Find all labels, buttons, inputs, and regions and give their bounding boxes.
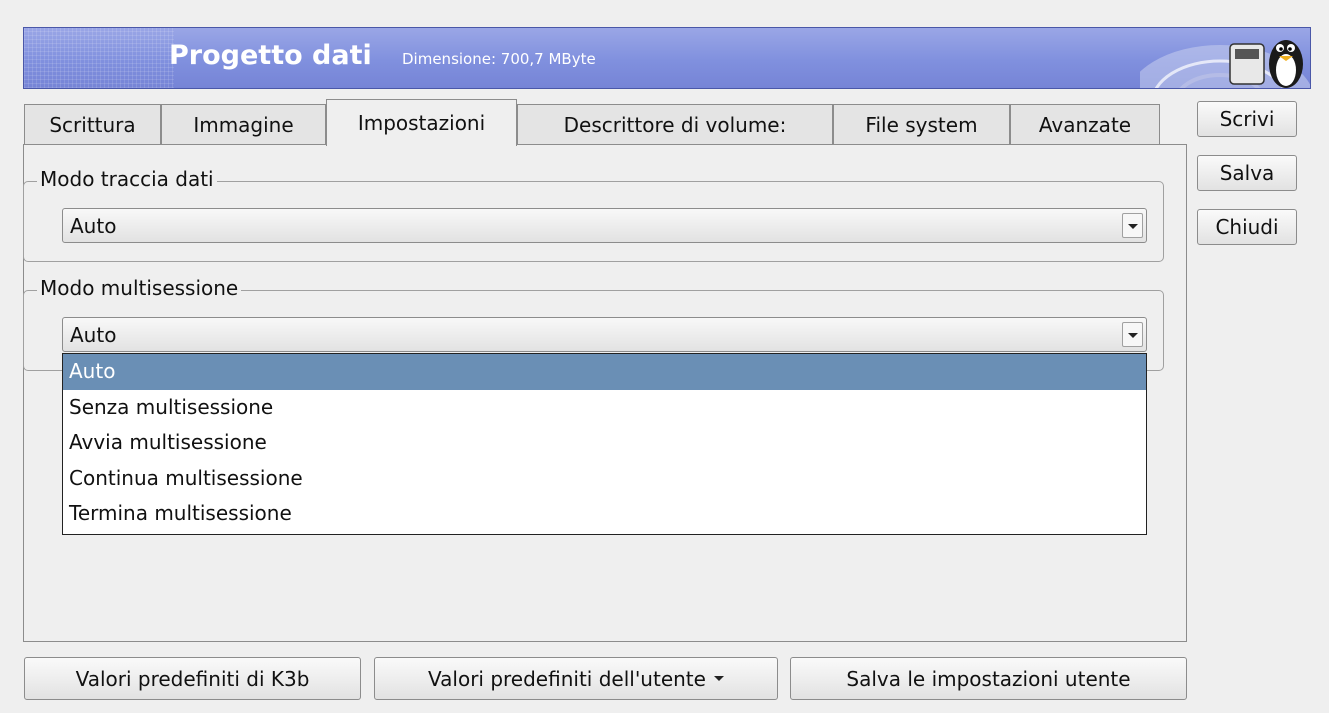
- tab-file-system[interactable]: File system: [833, 104, 1010, 144]
- multisession-mode-value: Auto: [70, 323, 117, 347]
- user-defaults-label: Valori predefiniti dell'utente: [428, 666, 706, 691]
- option-termina-multisessione[interactable]: Termina multisessione: [63, 496, 1146, 532]
- banner-pattern: [24, 28, 174, 88]
- write-button[interactable]: Scrivi: [1197, 101, 1297, 137]
- save-user-settings-button[interactable]: Salva le impostazioni utente: [790, 657, 1187, 700]
- project-title: Progetto dati: [169, 40, 372, 71]
- option-continua-multisessione[interactable]: Continua multisessione: [63, 461, 1146, 497]
- multisession-mode-select[interactable]: Auto: [62, 317, 1147, 352]
- data-track-mode-label: Modo traccia dati: [37, 167, 217, 191]
- option-senza-multisessione[interactable]: Senza multisessione: [63, 390, 1146, 426]
- chevron-down-icon[interactable]: [1122, 213, 1143, 238]
- tab-descrittore-volume[interactable]: Descrittore di volume:: [517, 104, 833, 144]
- close-button[interactable]: Chiudi: [1197, 209, 1297, 245]
- caret-down-icon: [713, 676, 724, 681]
- tab-immagine[interactable]: Immagine: [161, 104, 326, 144]
- k3b-defaults-button[interactable]: Valori predefiniti di K3b: [24, 657, 361, 700]
- tab-avanzate[interactable]: Avanzate: [1010, 104, 1160, 144]
- option-avvia-multisessione[interactable]: Avvia multisessione: [63, 425, 1146, 461]
- tab-impostazioni[interactable]: Impostazioni: [326, 99, 517, 146]
- k3b-penguin-disc-icon: [1140, 40, 1310, 88]
- save-button[interactable]: Salva: [1197, 155, 1297, 191]
- option-auto[interactable]: Auto: [63, 354, 1146, 390]
- multisession-mode-dropdown: Auto Senza multisessione Avvia multisess…: [62, 353, 1147, 535]
- project-banner: Progetto dati Dimensione: 700,7 MByte: [23, 27, 1311, 89]
- project-size: Dimensione: 700,7 MByte: [402, 50, 596, 68]
- chevron-down-icon[interactable]: [1122, 322, 1143, 347]
- data-track-mode-select[interactable]: Auto: [62, 208, 1147, 243]
- user-defaults-button[interactable]: Valori predefiniti dell'utente: [374, 657, 778, 700]
- tab-scrittura[interactable]: Scrittura: [24, 104, 161, 144]
- multisession-mode-label: Modo multisessione: [37, 276, 242, 300]
- data-track-mode-value: Auto: [70, 214, 117, 238]
